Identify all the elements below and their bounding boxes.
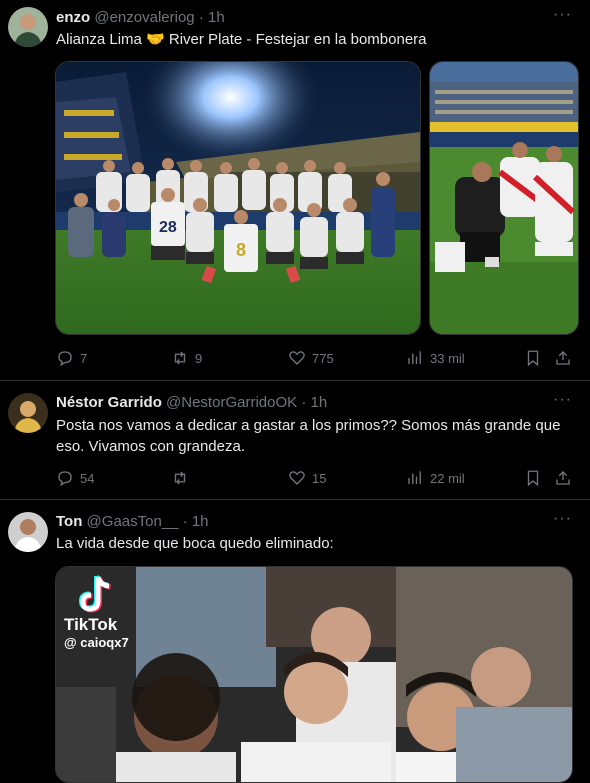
author-handle[interactable]: @GaasTon__ [87,513,179,530]
timestamp[interactable]: 1h [310,394,327,411]
tweet-text: La vida desde que boca quedo eliminado: [56,535,334,552]
tweet-photo-2[interactable] [429,61,579,335]
stadium-day-photo [430,62,578,334]
jersey-number-28: 28 [159,219,177,236]
timestamp[interactable]: 1h [208,9,225,26]
author-handle[interactable]: @NestorGarridoOK [166,394,297,411]
tweet-video[interactable]: TikTok @ caioqx7 [55,566,573,783]
views-count: 22 mil [430,470,465,486]
views-button[interactable]: 22 mil [406,468,465,488]
tweet-header: Ton @GaasTon__ · 1h [56,512,209,532]
tweet-text: Alianza Lima 🤝 River Plate - Festejar en… [56,31,427,48]
bookmark-button[interactable] [524,468,542,488]
stadium-night-photo: 28 8 [56,62,420,334]
author-handle[interactable]: @enzovaleriog [94,9,194,26]
tweet-header: Néstor Garrido @NestorGarridoOK · 1h [56,393,327,413]
retweet-icon [174,351,186,365]
share-icon [556,351,570,365]
views-button[interactable]: 33 mil [406,348,465,368]
reply-icon [58,471,72,487]
like-button[interactable]: 775 [288,348,334,368]
separator-dot: · [301,394,307,411]
more-options-icon[interactable]: ··· [553,6,572,24]
tiktok-username: @ caioqx7 [64,635,129,650]
bookmark-icon [527,470,539,487]
tweet-actions: 54 15 22 mil [56,468,574,488]
reply-button[interactable]: 7 [56,348,87,368]
author-name[interactable]: enzo [56,9,90,26]
retweet-button[interactable]: 9 [171,348,202,368]
tiktok-logo-icon [78,573,114,615]
tiktok-brand-text: TikTok [64,615,118,634]
more-options-icon[interactable]: ··· [553,391,572,409]
tweet-2[interactable]: Néstor Garrido @NestorGarridoOK · 1h ···… [0,381,590,500]
bookmark-icon [527,350,539,367]
bookmark-button[interactable] [524,348,542,368]
views-chart-icon [408,471,421,484]
views-count: 33 mil [430,350,465,366]
avatar-nestor-garrido[interactable] [8,393,48,433]
reply-count: 7 [80,350,88,366]
retweet-count: 9 [195,350,203,366]
tweet-1[interactable]: enzo @enzovaleriog · 1h ··· Alianza Lima… [0,0,590,381]
separator-dot: · [182,513,188,530]
views-chart-icon [408,351,421,364]
heart-icon [289,471,305,485]
like-count: 775 [312,350,334,366]
tweet-3[interactable]: Ton @GaasTon__ · 1h ··· La vida desde qu… [0,500,590,783]
tweet-text: Posta nos vamos a dedicar a gastar a los… [56,417,561,455]
reply-count: 54 [80,470,95,486]
author-name[interactable]: Ton [56,513,82,530]
avatar-enzo[interactable] [8,7,48,47]
tweet-photo-1[interactable]: 28 8 [55,61,421,335]
heart-icon [289,351,305,365]
reply-icon [58,351,72,367]
like-count: 15 [312,470,327,486]
more-options-icon[interactable]: ··· [553,510,572,528]
like-button[interactable]: 15 [288,468,326,488]
tiktok-watermark: TikTok @ caioqx7 [64,573,144,651]
tweet-header: enzo @enzovaleriog · 1h [56,8,225,28]
tweet-actions: 7 9 775 33 mil [56,348,574,368]
author-name[interactable]: Néstor Garrido [56,394,162,411]
share-button[interactable] [554,348,572,368]
avatar-ton[interactable] [8,512,48,552]
share-button[interactable] [554,468,572,488]
jersey-number-8: 8 [236,240,246,260]
timestamp[interactable]: 1h [192,513,209,530]
retweet-button[interactable] [171,468,195,488]
reply-button[interactable]: 54 [56,468,94,488]
separator-dot: · [198,9,204,26]
share-icon [556,471,570,485]
retweet-icon [174,471,186,485]
